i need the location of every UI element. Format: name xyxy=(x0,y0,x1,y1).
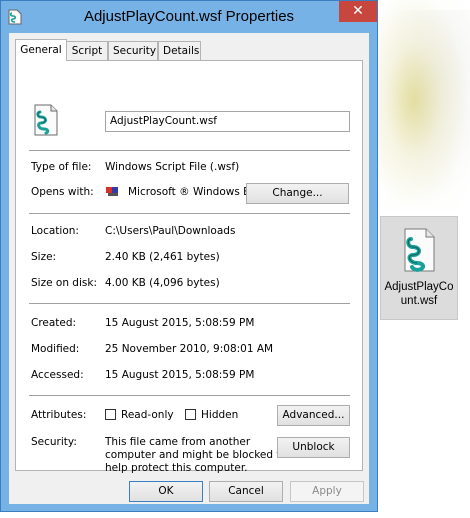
security-message-line: help protect this computer. xyxy=(105,462,248,474)
script-file-icon xyxy=(381,227,457,276)
security-message: This file came from another computer and… xyxy=(105,436,287,475)
opens-with-label: Opens with: xyxy=(31,186,94,198)
opens-with-value: Microsoft ® Windows B xyxy=(128,186,247,198)
location-label: Location: xyxy=(31,225,79,237)
window-title: AdjustPlayCount.wsf Properties xyxy=(83,8,295,25)
title-bar[interactable]: AdjustPlayCount.wsf Properties ✕ xyxy=(1,1,377,33)
separator xyxy=(29,303,350,304)
properties-window: AdjustPlayCount.wsf Properties ✕ General… xyxy=(0,0,378,512)
windows-script-host-icon xyxy=(105,185,119,200)
unblock-button[interactable]: Unblock xyxy=(277,437,350,458)
tab-general[interactable]: General xyxy=(15,39,67,61)
desktop-background-glow xyxy=(372,0,470,210)
location-value: C:\Users\Paul\Downloads xyxy=(105,225,236,237)
security-label: Security: xyxy=(31,436,77,448)
readonly-label[interactable]: Read-only xyxy=(121,409,174,421)
readonly-checkbox[interactable] xyxy=(105,409,116,420)
created-value: 15 August 2015, 5:08:59 PM xyxy=(105,317,255,329)
change-button[interactable]: Change... xyxy=(246,183,349,204)
separator xyxy=(29,395,350,396)
advanced-button[interactable]: Advanced... xyxy=(277,405,350,426)
size-value: 2.40 KB (2,461 bytes) xyxy=(105,251,220,263)
created-label: Created: xyxy=(31,317,77,329)
desktop-file-label: AdjustPlayCount.wsf xyxy=(384,281,454,307)
attributes-label: Attributes: xyxy=(31,409,87,421)
tab-security[interactable]: Security xyxy=(108,41,158,60)
desktop-file-adjustplaycount[interactable]: AdjustPlayCount.wsf xyxy=(380,216,458,320)
security-message-line: computer and might be blocked to xyxy=(105,449,287,461)
type-of-file-value: Windows Script File (.wsf) xyxy=(105,161,240,173)
modified-value: 25 November 2010, 9:08:01 AM xyxy=(105,343,274,355)
script-file-icon xyxy=(32,104,60,139)
accessed-label: Accessed: xyxy=(31,369,84,381)
general-panel: AdjustPlayCount.wsf Type of file: Window… xyxy=(15,60,363,474)
tab-details[interactable]: Details xyxy=(158,41,201,60)
modified-label: Modified: xyxy=(31,343,80,355)
size-on-disk-value: 4.00 KB (4,096 bytes) xyxy=(105,277,220,289)
cancel-button[interactable]: Cancel xyxy=(209,481,283,502)
filename-input[interactable]: AdjustPlayCount.wsf xyxy=(105,111,350,132)
ok-button[interactable]: OK xyxy=(129,481,203,502)
close-icon: ✕ xyxy=(352,3,364,19)
close-button[interactable]: ✕ xyxy=(339,1,377,22)
security-message-line: This file came from another xyxy=(105,436,251,448)
accessed-value: 15 August 2015, 5:08:59 PM xyxy=(105,369,255,381)
dialog-client: General Script Security Details AdjustPl… xyxy=(9,33,369,504)
hidden-checkbox[interactable] xyxy=(185,409,196,420)
separator xyxy=(29,213,350,214)
type-of-file-label: Type of file: xyxy=(31,161,92,173)
hidden-label[interactable]: Hidden xyxy=(201,409,238,421)
separator xyxy=(29,150,350,151)
size-label: Size: xyxy=(31,251,57,263)
size-on-disk-label: Size on disk: xyxy=(31,277,97,289)
apply-button[interactable]: Apply xyxy=(290,481,364,502)
tab-script[interactable]: Script xyxy=(66,41,108,60)
